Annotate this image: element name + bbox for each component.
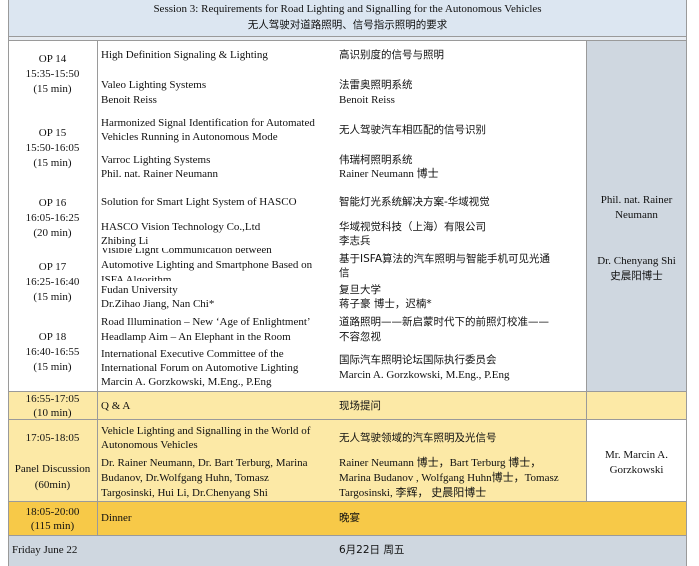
talk-title-en-line1: Automotive Lighting and Smartphone Based… xyxy=(101,259,313,271)
session-title-zh: 无人驾驶对道路照明、信号指示照明的要求 xyxy=(247,19,448,31)
panelists-zh-line3: Targosinski, 李辉， 史晨阳博士 xyxy=(339,487,487,499)
op-number: OP 15 xyxy=(38,127,67,139)
talk-title-zh: 高识别度的信号与照明 xyxy=(339,49,444,61)
speaker-en: Phil. nat. Rainer Neumann xyxy=(101,168,219,180)
org-en: Fudan University xyxy=(101,284,178,296)
speaker-en: Marcin A. Gorzkowski, M.Eng., P.Eng xyxy=(101,376,272,388)
talk-title-en-line2: ISFA Algorithm xyxy=(101,274,172,281)
speaker-en: Benoit Reiss xyxy=(101,94,157,106)
speaker-zh: 蒋子豪 博士，迟楠* xyxy=(339,298,432,310)
org-zh: 复旦大学 xyxy=(339,284,381,296)
org-zh: 国际汽车照明论坛国际执行委员会 xyxy=(339,354,497,366)
session-title-en: Session 3: Requirements for Road Lightin… xyxy=(153,3,542,15)
qa-title-en: Q & A xyxy=(101,400,131,412)
panel-duration: (60min) xyxy=(34,479,71,491)
org-en: HASCO Vision Technology Co.,Ltd xyxy=(101,221,261,233)
org-zh: 伟瑞柯照明系统 xyxy=(339,154,413,166)
op-number: OP 16 xyxy=(38,197,67,209)
org-en: Varroc Lighting Systems xyxy=(101,154,211,166)
op-number: OP 18 xyxy=(38,331,67,343)
op-number: OP 17 xyxy=(38,261,67,273)
org-en: Valeo Lighting Systems xyxy=(101,79,207,91)
panel-chair-line1: Mr. Marcin A. xyxy=(605,449,668,461)
op-duration: (20 min) xyxy=(33,227,72,239)
org-en-line2: International Forum on Automotive Lighti… xyxy=(101,362,299,374)
talk-title-en-line2: Vehicles Running in Autonomous Mode xyxy=(101,131,278,143)
panelists-en-line2: Budanov, Dr.Wolfgang Huhn, Tomasz xyxy=(101,472,269,484)
talk-title-zh-line1: 基于ISFA算法的汽车照明与智能手机可见光通 xyxy=(339,253,551,265)
speaker-en: Zhibing Li xyxy=(101,235,149,247)
dinner-title-en: Dinner xyxy=(101,512,132,524)
dinner-duration: (115 min) xyxy=(30,520,75,532)
op-time: 15:35-15:50 xyxy=(25,68,80,80)
speaker-zh: Rainer Neumann 博士 xyxy=(339,168,439,180)
talk-title-zh-line2: 信 xyxy=(339,267,350,279)
talk-title-en-clip: Visible Light Communication between Auto… xyxy=(98,248,336,281)
speaker-en: Dr.Zihao Jiang, Nan Chi* xyxy=(101,298,215,310)
talk-title-en-line0: Visible Light Communication between xyxy=(101,248,272,256)
talk-title-zh: 智能灯光系统解决方案-华域视觉 xyxy=(339,196,490,208)
panelists-zh-line1: Rainer Neumann 博士，Bart Terburg 博士， xyxy=(339,457,542,469)
talk-title-zh: 无人驾驶汽车相匹配的信号识别 xyxy=(339,124,486,136)
day-en: Friday June 22 xyxy=(12,544,78,556)
agenda-table: Session 3: Requirements for Road Lightin… xyxy=(0,0,699,566)
panel-title-en-line2: Autonomous Vehicles xyxy=(101,439,198,451)
day-zh: 6月22日 周五 xyxy=(339,544,405,556)
talk-title-zh-line1: 道路照明——新启蒙时代下的前照灯校准—— xyxy=(339,316,549,328)
op-time: 16:05-16:25 xyxy=(25,212,80,224)
panel-label: Panel Discussion xyxy=(14,463,91,475)
speaker-zh: Marcin A. Gorzkowski, M.Eng., P.Eng xyxy=(339,369,510,381)
panel-time: 17:05-18:05 xyxy=(25,432,80,444)
op-duration: (15 min) xyxy=(33,157,72,169)
org-zh: 华域视觉科技（上海）有限公司 xyxy=(339,221,486,233)
chair1-line2: Neumann xyxy=(615,209,658,221)
qa-time: 16:55-17:05 xyxy=(25,393,80,405)
op-duration: (15 min) xyxy=(33,291,72,303)
panel-chair-line2: Gorzkowski xyxy=(609,464,664,476)
org-zh: 法雷奥照明系统 xyxy=(339,79,413,91)
op-time: 15:50-16:05 xyxy=(25,142,80,154)
qa-title-zh: 现场提问 xyxy=(339,400,381,412)
qa-duration: (10 min) xyxy=(33,407,72,419)
chair2-zh: 史晨阳博士 xyxy=(610,270,663,282)
chair1-line1: Phil. nat. Rainer xyxy=(600,194,673,206)
chair2-en: Dr. Chenyang Shi xyxy=(597,255,676,267)
op-number: OP 14 xyxy=(38,53,67,65)
speaker-zh: Benoit Reiss xyxy=(339,94,395,106)
talk-title-en-line1: Harmonized Signal Identification for Aut… xyxy=(101,117,315,129)
panel-title-en-line1: Vehicle Lighting and Signalling in the W… xyxy=(101,425,311,437)
speaker-en-clip: Marcin A. Gorzkowski, M.Eng., P.Eng xyxy=(98,374,284,390)
dinner-title-zh: 晚宴 xyxy=(339,512,360,524)
op-time: 16:25-16:40 xyxy=(25,276,80,288)
talk-title-en-line2: Headlamp Aim – An Elephant in the Room xyxy=(101,331,291,343)
op-duration: (15 min) xyxy=(33,361,72,373)
talk-title-zh-line2: 不容忽视 xyxy=(339,331,381,343)
speaker-zh: 李志兵 xyxy=(339,235,371,247)
op-time: 16:40-16:55 xyxy=(25,346,80,358)
panelists-en-line1: Dr. Rainer Neumann, Dr. Bart Terburg, Ma… xyxy=(101,457,308,469)
panelists-zh-line2: Marina Budanov , Wolfgang Huhn博士，Tomasz xyxy=(339,472,559,484)
talk-title-en-line1: Road Illumination – New ‘Age of Enlightm… xyxy=(101,316,311,328)
dinner-time: 18:05-20:00 xyxy=(25,506,80,518)
op-duration: (15 min) xyxy=(33,83,72,95)
talk-title-en: High Definition Signaling & Lighting xyxy=(101,49,268,61)
panelists-en-line3: Targosinski, Hui Li, Dr.Chenyang Shi xyxy=(101,487,268,499)
talk-title-en: Solution for Smart Light System of HASCO xyxy=(101,196,297,208)
panel-title-zh: 无人驾驶领域的汽车照明及光信号 xyxy=(339,432,497,444)
org-en-line1: International Executive Committee of the xyxy=(101,348,284,360)
